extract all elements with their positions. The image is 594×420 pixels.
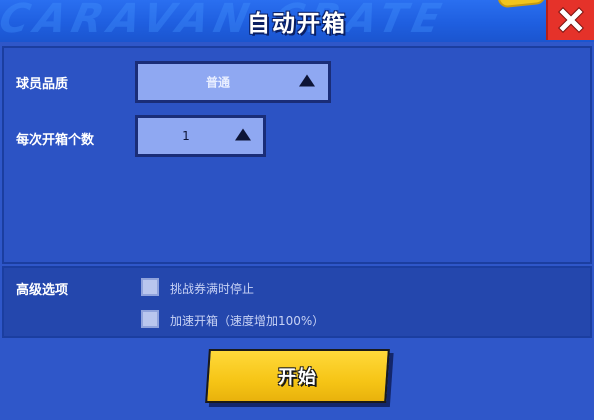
stop-on-tickets-full-label[interactable]: 挑战券满时停止 (170, 280, 254, 297)
stop-on-tickets-full-checkbox[interactable] (141, 278, 159, 296)
quality-dropdown[interactable]: 普通 (135, 61, 331, 103)
header-bar: CARAVAN CRATE 自动开箱 (0, 0, 594, 42)
close-x-icon (558, 7, 584, 33)
quality-label: 球员品质 (16, 77, 69, 92)
close-button[interactable] (546, 0, 594, 40)
triangle-up-icon (234, 127, 252, 146)
count-value: 1 (182, 129, 190, 143)
settings-panel: 球员品质 普通 每次开箱个数 1 (2, 46, 592, 264)
speed-up-label[interactable]: 加速开箱（速度增加100%） (170, 312, 324, 329)
count-dropdown[interactable]: 1 (135, 115, 266, 157)
start-button[interactable]: 开始 (205, 349, 390, 403)
start-button-label: 开始 (277, 367, 318, 388)
quality-dropdown-field: 普通 (138, 64, 328, 100)
count-dropdown-field: 1 (138, 118, 263, 154)
advanced-options-panel: 高级选项 挑战券满时停止 加速开箱（速度增加100%） (2, 266, 592, 338)
dialog-title: 自动开箱 (247, 11, 347, 37)
speed-up-checkbox[interactable] (141, 310, 159, 328)
advanced-options-title: 高级选项 (16, 283, 69, 298)
quality-value: 普通 (205, 75, 230, 90)
triangle-up-icon (298, 73, 316, 92)
count-label: 每次开箱个数 (16, 133, 95, 148)
